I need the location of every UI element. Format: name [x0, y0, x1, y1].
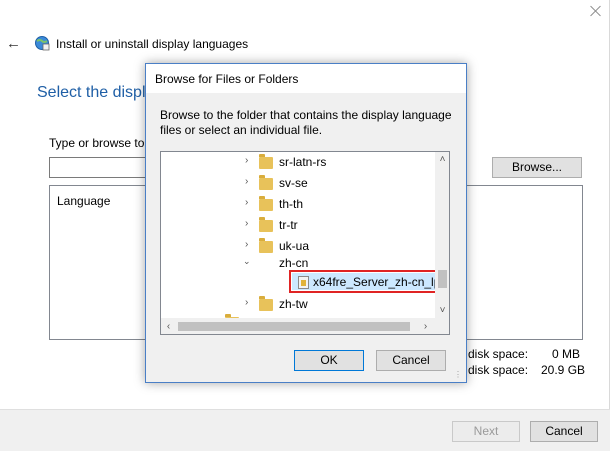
tree-item-sv-se[interactable]: › sv-se [161, 173, 436, 192]
chevron-right-icon[interactable]: › [245, 298, 253, 308]
disk-space-required-value: 0 MB [552, 347, 581, 361]
folder-icon [259, 296, 273, 311]
chevron-down-icon[interactable]: ⌄ [243, 257, 251, 266]
path-field-label: Type or browse to [49, 136, 145, 150]
disk-space-available-value: 20.9 GB [541, 363, 586, 377]
tree-item-label: tr-tr [279, 218, 298, 232]
folder-icon [259, 217, 273, 232]
vertical-scrollbar[interactable]: ˄ ˅ [435, 152, 449, 318]
dialog-title: Browse for Files or Folders [155, 72, 299, 86]
vertical-scroll-thumb[interactable] [438, 270, 447, 288]
chevron-right-icon[interactable]: › [245, 156, 253, 166]
ok-button[interactable]: OK [294, 350, 364, 371]
language-column-header: Language [57, 194, 111, 208]
selected-file-item[interactable]: x64fre_Server_zh-cn_lp.ca [292, 273, 449, 290]
close-icon[interactable] [589, 4, 603, 18]
horizontal-scrollbar[interactable]: ‹ › [161, 318, 435, 334]
chevron-right-icon[interactable]: › [245, 219, 253, 229]
chevron-right-icon[interactable]: › [245, 198, 253, 208]
folder-icon [259, 196, 273, 211]
back-arrow-icon[interactable]: ← [6, 36, 22, 53]
scroll-right-icon[interactable]: › [418, 319, 433, 334]
disk-space-required-label: disk space: [468, 347, 529, 361]
language-globe-icon [35, 36, 50, 51]
tree-item-th-th[interactable]: › th-th [161, 194, 436, 213]
tree-item-zh-tw[interactable]: › zh-tw [161, 294, 436, 313]
tree-item-label: th-th [279, 197, 304, 211]
path-input[interactable] [49, 157, 159, 178]
browse-button[interactable]: Browse... [492, 157, 582, 178]
chevron-right-icon[interactable]: › [245, 240, 253, 250]
dialog-titlebar[interactable]: Browse for Files or Folders [146, 64, 466, 93]
dialog-cancel-button[interactable]: Cancel [376, 350, 446, 371]
tree-item-label: sv-se [279, 176, 308, 190]
scroll-down-icon[interactable]: ˅ [435, 303, 449, 318]
folder-tree[interactable]: › sr-latn-rs › sv-se › th-th › tr-tr › u… [160, 151, 450, 335]
next-button[interactable]: Next [452, 421, 520, 442]
tree-item-sr-latn-rs[interactable]: › sr-latn-rs [161, 152, 436, 171]
disk-space-available-label: disk space: [468, 363, 529, 377]
highlighted-file-row[interactable]: x64fre_Server_zh-cn_lp.ca [289, 270, 449, 293]
scroll-left-icon[interactable]: ‹ [161, 319, 176, 334]
folder-icon [259, 175, 273, 190]
horizontal-scroll-thumb[interactable] [178, 322, 410, 331]
tree-item-label: zh-cn [279, 256, 309, 270]
scroll-up-icon[interactable]: ˄ [435, 152, 449, 167]
window-title: Install or uninstall display languages [56, 37, 249, 51]
folder-icon [259, 238, 273, 253]
cab-file-icon [298, 276, 309, 289]
page-heading: Select the displa [37, 84, 155, 101]
cancel-button[interactable]: Cancel [530, 421, 598, 442]
selected-file-label: x64fre_Server_zh-cn_lp.ca [313, 275, 450, 289]
browse-dialog: Browse for Files or Folders Browse to th… [145, 63, 467, 383]
tree-item-label: zh-tw [279, 297, 308, 311]
resize-grip-icon[interactable]: ⋮ [454, 370, 464, 380]
tree-item-label: uk-ua [279, 239, 310, 253]
folder-icon [259, 154, 273, 169]
tree-item-label: sr-latn-rs [279, 155, 327, 169]
chevron-right-icon[interactable]: › [245, 177, 253, 187]
scrollbar-corner [435, 318, 449, 334]
dialog-description: Browse to the folder that contains the d… [160, 108, 452, 137]
tree-item-tr-tr[interactable]: › tr-tr [161, 215, 436, 234]
